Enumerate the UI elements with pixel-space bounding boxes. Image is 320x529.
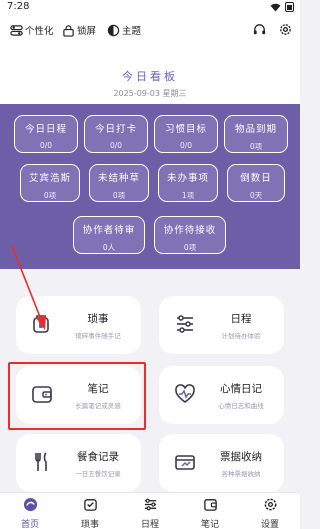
schedule-tab-icon (144, 498, 156, 511)
card-title: 琐事 (87, 313, 109, 325)
card-notes[interactable]: 笔记 长篇笔记或灵感 (16, 366, 141, 424)
tab-label: 笔记 (200, 520, 219, 529)
tab-chores[interactable]: 琐事 (60, 493, 120, 529)
stat-collaboration-receive[interactable]: 协作待接收 0项 (154, 216, 226, 254)
tab-settings[interactable]: 设置 (240, 493, 300, 529)
bottom-tab-bar: 首页 琐事 日程 笔记 设置 (0, 492, 300, 529)
card-title: 日程 (230, 313, 252, 325)
lock-icon (63, 24, 74, 37)
lock-screen-label: 锁屏 (77, 26, 97, 37)
personalize-icon (10, 24, 23, 36)
stat-value: 1项 (181, 191, 195, 200)
stat-value: 0项 (249, 142, 263, 151)
heart-pulse-icon (175, 384, 195, 403)
tab-home[interactable]: 首页 (0, 493, 60, 529)
stat-today-schedule[interactable]: 今日日程 0/0 (14, 115, 78, 153)
card-subtitle: 各种票据收纳 (221, 470, 261, 478)
lock-screen-button[interactable]: 锁屏 (62, 23, 96, 37)
stat-collaborator-review[interactable]: 协作者待审 0人 (73, 216, 145, 254)
board-title: 今日看板 (122, 70, 178, 83)
chores-tab-icon (83, 499, 97, 511)
fork-knife-icon (35, 452, 47, 471)
gear-icon (264, 498, 276, 511)
board-header: 今日看板 2025-09-03 星期三 (0, 46, 300, 104)
top-toolbar: 个性化 锁屏 主题 (0, 14, 300, 46)
stat-pending-todos[interactable]: 未办事项 1项 (158, 164, 218, 202)
personalize-label: 个性化 (25, 26, 54, 37)
stat-title: 今日打卡 (94, 124, 137, 135)
home-logo-icon (23, 497, 37, 512)
card-subtitle: 长篇笔记或灵感 (75, 402, 121, 410)
board-date: 2025-09-03 星期三 (113, 89, 187, 98)
tab-schedule[interactable]: 日程 (120, 493, 180, 529)
card-title: 笔记 (87, 383, 109, 395)
stat-title: 倒数日 (240, 173, 272, 184)
card-subtitle: 琐碎事件随手记 (75, 332, 121, 340)
stat-value: 0项 (112, 191, 126, 200)
chores-icon (33, 315, 49, 333)
stat-today-checkin[interactable]: 今日打卡 0/0 (84, 115, 148, 153)
status-time: 7:28 (7, 1, 30, 12)
stats-panel: 今日日程 0/0 今日打卡 0/0 习惯目标 0/0 物品到期 0项 艾宾浩斯 … (0, 104, 300, 269)
card-title: 票据收纳 (220, 451, 262, 463)
card-subtitle: 心情日志和曲线 (218, 402, 264, 410)
status-icons (270, 2, 294, 12)
stat-title: 未办事项 (166, 173, 209, 184)
schedule-sliders-icon (177, 315, 193, 333)
stat-title: 协作者待审 (82, 225, 136, 236)
personalize-button[interactable]: 个性化 (10, 23, 54, 37)
card-title: 餐食记录 (77, 451, 119, 463)
stat-value: 0项 (183, 243, 197, 252)
wifi-icon (270, 3, 281, 12)
stat-title: 习惯目标 (164, 124, 207, 135)
theme-button[interactable]: 主题 (107, 23, 141, 37)
stat-item-expiry[interactable]: 物品到期 0项 (224, 115, 288, 153)
card-subtitle: 一日五餐饮记录 (75, 470, 121, 478)
card-receipt-storage[interactable]: 票据收纳 各种票据收纳 (159, 434, 284, 492)
status-bar: 7:28 (0, 0, 300, 14)
tab-label: 首页 (20, 520, 39, 529)
stat-value: 0项 (43, 191, 57, 200)
tab-notes[interactable]: 笔记 (180, 493, 240, 529)
notes-wallet-icon (32, 386, 52, 403)
stat-value: 0人 (102, 243, 116, 252)
stat-title: 物品到期 (234, 124, 277, 135)
tab-label: 设置 (260, 520, 279, 529)
card-title: 心情日记 (220, 383, 262, 395)
stat-value: 0天 (249, 191, 263, 200)
tab-label: 日程 (140, 520, 159, 529)
stat-ebbinghaus[interactable]: 艾宾浩斯 0项 (20, 164, 80, 202)
stat-title: 今日日程 (24, 124, 67, 135)
settings-gear-icon[interactable] (278, 22, 293, 37)
stat-title: 艾宾浩斯 (28, 173, 71, 184)
stat-value: 0/0 (109, 141, 123, 150)
stat-countdown-days[interactable]: 倒数日 0天 (227, 164, 285, 202)
stat-pending-wishlist[interactable]: 未结种草 0项 (89, 164, 149, 202)
battery-icon (285, 2, 294, 12)
stat-title: 未结种草 (97, 173, 140, 184)
stat-value: 0/0 (179, 141, 193, 150)
notes-tab-icon (203, 499, 217, 511)
theme-label: 主题 (122, 26, 142, 37)
card-schedule[interactable]: 日程 计划待办体验 (159, 296, 284, 354)
receipt-card-icon (175, 455, 195, 470)
stat-value: 0/0 (39, 141, 53, 150)
tab-label: 琐事 (80, 520, 99, 529)
stat-title: 协作待接收 (163, 225, 217, 236)
theme-icon (107, 24, 120, 36)
card-meal-record[interactable]: 餐食记录 一日五餐饮记录 (16, 434, 141, 492)
stat-habit-goals[interactable]: 习惯目标 0/0 (154, 115, 218, 153)
card-subtitle: 计划待办体验 (221, 332, 261, 340)
headset-icon[interactable] (252, 22, 267, 37)
card-mood-diary[interactable]: 心情日记 心情日志和曲线 (159, 366, 284, 424)
card-chores[interactable]: 琐事 琐碎事件随手记 (16, 296, 141, 354)
